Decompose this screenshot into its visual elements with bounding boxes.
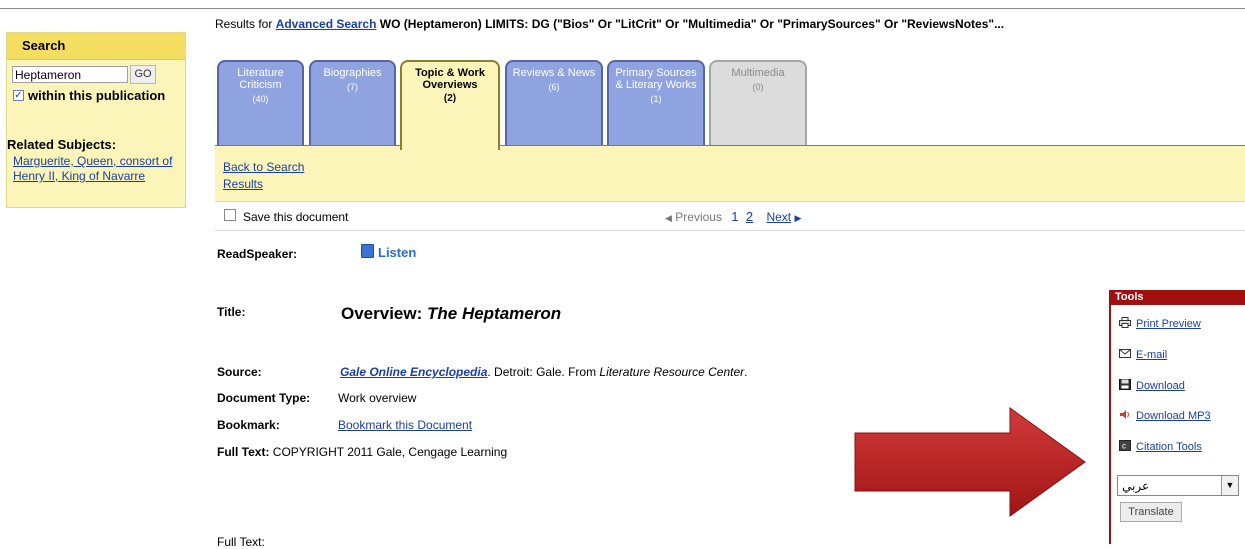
source-label: Source: <box>217 365 262 379</box>
tab-topic-work-overviews[interactable]: Topic & Work Overviews (2) <box>400 60 500 150</box>
previous-link: Previous <box>675 210 722 224</box>
envelope-icon <box>1119 349 1131 358</box>
results-prefix: Results for <box>215 17 276 31</box>
audio-speaker-icon <box>1120 410 1129 419</box>
tab-label: Primary Sources <box>615 67 697 79</box>
current-page: 1 <box>731 209 739 224</box>
download-item[interactable]: Download <box>1119 379 1185 392</box>
tab-primary-sources[interactable]: Primary Sources & Literary Works (1) <box>607 60 705 146</box>
email-item[interactable]: E-mail <box>1119 348 1167 361</box>
citation-tools-link[interactable]: Citation Tools <box>1136 441 1202 453</box>
tab-count: (1) <box>650 94 662 104</box>
tab-label: Biographies <box>323 67 382 79</box>
source-end: . <box>744 365 748 379</box>
full-text-copyright: COPYRIGHT 2011 Gale, Cengage Learning <box>272 445 508 459</box>
bookmark-label: Bookmark: <box>217 418 280 432</box>
chevron-down-icon[interactable]: ▼ <box>1221 476 1238 495</box>
related-subject-link-line2[interactable]: Henry II, King of Navarre <box>13 169 145 183</box>
tab-count: (6) <box>548 82 560 92</box>
red-arrow-icon <box>854 407 1086 517</box>
svg-text:c: c <box>1122 442 1126 451</box>
tab-label: Multimedia <box>731 67 785 79</box>
listen-button[interactable]: Listen <box>361 244 416 260</box>
tab-label: Criticism <box>239 79 282 91</box>
results-summary: Results for Advanced Search WO (Heptamer… <box>215 17 1004 31</box>
page-2-link[interactable]: 2 <box>746 209 753 224</box>
source-value: Gale Online Encyclopedia. Detroit: Gale.… <box>340 365 748 379</box>
source-italic: Literature Resource Center <box>599 365 745 379</box>
floppy-disk-icon <box>1119 379 1131 390</box>
readspeaker-label: ReadSpeaker: <box>217 247 298 261</box>
tab-count: (0) <box>752 82 764 92</box>
tab-count: (40) <box>252 94 269 104</box>
back-to-search-line1[interactable]: Back to Search <box>223 160 304 174</box>
back-to-search-line2[interactable]: Results <box>223 177 263 191</box>
tab-literature-criticism[interactable]: Literature Criticism (40) <box>217 60 304 146</box>
pagination: ◀ Previous 1 2 Next ▶ <box>665 209 801 224</box>
search-panel: Search GO ✓ within this publication Rela… <box>6 32 186 208</box>
within-publication-label: within this publication <box>28 88 166 103</box>
within-publication-checkbox[interactable]: ✓ <box>13 90 24 101</box>
full-text-label: Full Text: <box>217 445 270 459</box>
tab-biographies[interactable]: Biographies (7) <box>309 60 396 146</box>
bookmark-link[interactable]: Bookmark this Document <box>338 418 472 432</box>
results-nav-band: Back to Search Results <box>215 145 1245 201</box>
top-divider <box>0 8 1245 9</box>
tab-label: Literature <box>237 67 284 79</box>
title-prefix: Overview: <box>341 304 427 323</box>
tab-count: (2) <box>443 93 457 104</box>
document-type-value: Work overview <box>338 391 417 405</box>
printer-icon <box>1119 317 1131 328</box>
tab-label: Topic & Work <box>415 67 485 79</box>
language-value: عربي <box>1122 479 1150 493</box>
back-to-search-link[interactable]: Back to Search Results <box>223 159 323 193</box>
source-link[interactable]: Gale Online Encyclopedia <box>340 365 487 379</box>
search-header: Search <box>7 33 185 60</box>
tab-label: Reviews & News <box>512 67 596 79</box>
document-title: Overview: The Heptameron <box>341 304 561 324</box>
print-preview-link[interactable]: Print Preview <box>1136 318 1201 330</box>
citation-tools-item[interactable]: c Citation Tools <box>1119 440 1202 453</box>
related-subjects-title: Related Subjects: <box>7 137 117 152</box>
related-subject-link-line1[interactable]: Marguerite, Queen, consort of <box>13 154 172 168</box>
download-mp3-link[interactable]: Download MP3 <box>1136 410 1211 422</box>
full-text-label-2: Full Text: <box>217 535 265 549</box>
download-link[interactable]: Download <box>1136 380 1185 392</box>
save-document-checkbox[interactable] <box>224 209 236 221</box>
next-arrow-icon[interactable]: ▶ <box>794 213 801 223</box>
advanced-search-link[interactable]: Advanced Search <box>276 17 377 31</box>
tab-reviews-news[interactable]: Reviews & News (6) <box>505 60 603 146</box>
full-text-line: Full Text: COPYRIGHT 2011 Gale, Cengage … <box>217 445 507 459</box>
print-preview-item[interactable]: Print Preview <box>1119 317 1201 330</box>
listen-label: Listen <box>378 245 417 260</box>
translate-button[interactable]: Translate <box>1120 502 1182 522</box>
save-document-label: Save this document <box>243 210 349 224</box>
download-mp3-item[interactable]: Download MP3 <box>1119 409 1211 422</box>
source-mid: . Detroit: Gale. From <box>487 365 600 379</box>
tools-header: Tools <box>1109 290 1245 305</box>
title-work: The Heptameron <box>427 304 562 323</box>
speaker-icon <box>361 244 374 258</box>
tab-label: Overviews <box>422 79 478 91</box>
go-button[interactable]: GO <box>130 65 156 84</box>
related-subject-link[interactable]: Marguerite, Queen, consort of Henry II, … <box>13 154 185 184</box>
tab-multimedia: Multimedia (0) <box>709 60 807 146</box>
tab-count: (7) <box>347 82 358 92</box>
email-link[interactable]: E-mail <box>1136 349 1167 361</box>
search-input[interactable] <box>12 66 128 83</box>
citation-icon: c <box>1119 440 1131 451</box>
tools-panel: Tools Print Preview E-mail Download Down… <box>1109 290 1245 544</box>
title-label: Title: <box>217 305 246 319</box>
document-toolbar: Save this document ◀ Previous 1 2 Next ▶ <box>215 201 1245 231</box>
previous-arrow-icon: ◀ <box>665 213 672 223</box>
tab-label: & Literary Works <box>615 79 697 91</box>
next-link[interactable]: Next <box>766 210 791 224</box>
document-type-label: Document Type: <box>217 391 311 405</box>
results-query: WO (Heptameron) LIMITS: DG ("Bios" Or "L… <box>376 17 1005 31</box>
language-select[interactable]: عربي ▼ <box>1117 475 1239 496</box>
